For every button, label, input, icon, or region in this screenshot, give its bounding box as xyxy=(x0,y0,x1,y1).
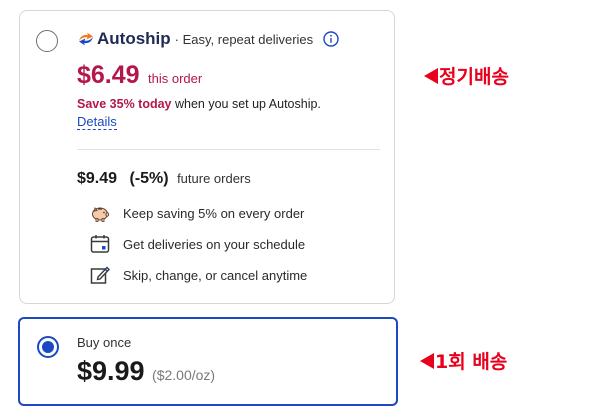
autoship-price-note: this order xyxy=(148,71,203,86)
future-orders-row: $9.49 (-5%) future orders xyxy=(77,170,251,188)
benefit-text: Keep saving 5% on every order xyxy=(123,205,305,221)
future-discount: (-5%) xyxy=(129,170,169,187)
autoship-radio[interactable] xyxy=(36,30,58,52)
autoship-header: Autoship · Easy, repeat deliveries xyxy=(77,29,339,49)
edit-icon xyxy=(90,266,110,284)
unit-price: ($2.00/oz) xyxy=(152,367,216,383)
divider xyxy=(77,149,380,150)
radio-selected-dot xyxy=(42,341,54,353)
annotation-autoship-text: 정기배송 xyxy=(439,66,509,88)
buy-once-price: $9.99 xyxy=(77,356,145,386)
buy-once-radio[interactable] xyxy=(37,336,59,358)
buy-once-price-row: $9.99 ($2.00/oz) xyxy=(77,356,215,387)
future-price: $9.49 xyxy=(77,170,118,187)
buy-once-option-card[interactable]: Buy once $9.99 ($2.00/oz) xyxy=(18,317,398,406)
details-link[interactable]: Details xyxy=(77,114,117,130)
savings-rest: when you set up Autoship. xyxy=(171,97,321,111)
calendar-icon xyxy=(90,235,110,253)
left-arrow-icon xyxy=(424,67,438,84)
purchase-options: Autoship · Easy, repeat deliveries $6.49… xyxy=(0,0,600,418)
savings-highlight: Save 35% today xyxy=(77,97,172,111)
autoship-savings-text: Save 35% today when you set up Autoship. xyxy=(77,97,321,111)
piggy-bank-icon xyxy=(92,206,110,222)
autoship-price: $6.49 xyxy=(77,61,140,89)
autoship-tagline: · Easy, repeat deliveries xyxy=(174,31,314,47)
benefit-item: Keep saving 5% on every order xyxy=(89,202,304,224)
benefit-text: Get deliveries on your schedule xyxy=(123,236,306,252)
annotation-buy-once: 1회 배송 xyxy=(420,347,507,374)
autoship-price-row: $6.49 this order xyxy=(77,61,202,90)
annotation-autoship: 정기배송 xyxy=(424,62,509,89)
benefit-item: Skip, change, or cancel anytime xyxy=(89,264,307,286)
autoship-logo-icon xyxy=(79,32,93,46)
annotation-buy-once-text: 1회 배송 xyxy=(435,351,508,373)
benefit-text: Skip, change, or cancel anytime xyxy=(123,267,308,283)
future-label: future orders xyxy=(177,171,251,186)
buy-once-label: Buy once xyxy=(77,335,132,350)
benefit-item: Get deliveries on your schedule xyxy=(89,233,305,255)
info-icon[interactable] xyxy=(323,31,339,47)
autoship-option-card[interactable]: Autoship · Easy, repeat deliveries $6.49… xyxy=(19,10,395,304)
autoship-brand-name: Autoship xyxy=(97,29,171,48)
left-arrow-icon xyxy=(420,352,434,369)
